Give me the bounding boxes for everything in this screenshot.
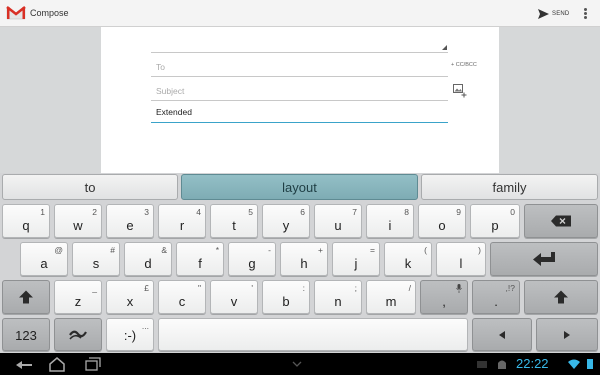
shift-icon bbox=[19, 290, 33, 304]
cursor-right-icon bbox=[564, 330, 570, 339]
shift-key-right[interactable] bbox=[524, 280, 598, 314]
keyboard: to layout family 1q 2w 3e 4r 5t 6y 7u 8i… bbox=[0, 173, 600, 353]
shift-icon bbox=[554, 290, 568, 304]
send-label: SEND bbox=[552, 10, 570, 17]
suggestion-item[interactable]: family bbox=[421, 174, 598, 200]
key-r[interactable]: 4r bbox=[158, 204, 206, 238]
system-bar: 22:22 bbox=[0, 353, 600, 375]
body-text: Extended bbox=[156, 107, 192, 117]
suggestion-bar: to layout family bbox=[0, 173, 600, 201]
send-icon bbox=[538, 8, 549, 19]
key-p[interactable]: 0p bbox=[470, 204, 520, 238]
key-k[interactable]: (k bbox=[384, 242, 432, 276]
backspace-key[interactable] bbox=[524, 204, 598, 238]
cursor-left-key[interactable] bbox=[472, 318, 532, 351]
send-button[interactable]: SEND bbox=[538, 7, 569, 20]
back-icon[interactable] bbox=[14, 356, 36, 372]
key-l[interactable]: ) l bbox=[436, 242, 486, 276]
key-w[interactable]: 2w bbox=[54, 204, 102, 238]
key-z[interactable]: _ z bbox=[54, 280, 102, 314]
cc-bcc-button[interactable]: + CC/BCC bbox=[451, 62, 477, 68]
key-i[interactable]: 8i bbox=[366, 204, 414, 238]
key-g[interactable]: -g bbox=[228, 242, 276, 276]
compose-form: To + CC/BCC Subject Extended bbox=[101, 27, 499, 173]
key-o[interactable]: 9o bbox=[418, 204, 466, 238]
notification-icon[interactable] bbox=[476, 358, 488, 370]
status-clock: 22:22 bbox=[516, 356, 549, 371]
key-comma[interactable]: , bbox=[420, 280, 468, 314]
key-n[interactable]: ; n bbox=[314, 280, 362, 314]
emoticon-key[interactable]: ...:-) bbox=[106, 318, 154, 351]
from-account-spinner[interactable] bbox=[151, 43, 448, 53]
suggestion-item[interactable]: to bbox=[2, 174, 178, 200]
keyboard-indicator-icon bbox=[292, 361, 302, 367]
enter-icon bbox=[533, 252, 555, 266]
numbers-key[interactable]: 123 bbox=[2, 318, 50, 351]
home-icon[interactable] bbox=[46, 356, 68, 372]
attach-picture-icon[interactable] bbox=[453, 84, 467, 98]
to-placeholder: To bbox=[156, 61, 165, 72]
key-d[interactable]: & d bbox=[124, 242, 172, 276]
android-notification-icon[interactable] bbox=[496, 358, 508, 370]
page-title: Compose bbox=[30, 8, 69, 18]
subject-field[interactable]: Subject bbox=[151, 81, 448, 101]
key-h[interactable]: + h bbox=[280, 242, 328, 276]
cursor-left-icon bbox=[499, 330, 505, 339]
key-u[interactable]: 7u bbox=[314, 204, 362, 238]
wifi-icon bbox=[568, 359, 580, 369]
overflow-menu-icon[interactable] bbox=[580, 6, 590, 21]
spinner-arrow-icon bbox=[442, 45, 447, 50]
action-bar: Compose SEND bbox=[0, 0, 600, 27]
key-y[interactable]: 6y bbox=[262, 204, 310, 238]
key-q[interactable]: 1q bbox=[2, 204, 50, 238]
key-b[interactable]: :b bbox=[262, 280, 310, 314]
swype-icon bbox=[69, 330, 87, 340]
space-key[interactable] bbox=[158, 318, 468, 351]
swype-key[interactable] bbox=[54, 318, 102, 351]
key-m[interactable]: / m bbox=[366, 280, 416, 314]
key-period[interactable]: ,!?. bbox=[472, 280, 520, 314]
key-e[interactable]: 3e bbox=[106, 204, 154, 238]
to-field[interactable]: To bbox=[151, 57, 448, 77]
key-s[interactable]: # s bbox=[72, 242, 120, 276]
gmail-icon[interactable] bbox=[6, 4, 26, 21]
key-t[interactable]: 5t bbox=[210, 204, 258, 238]
cursor-right-key[interactable] bbox=[536, 318, 598, 351]
battery-icon bbox=[587, 359, 593, 369]
recent-apps-icon[interactable] bbox=[82, 356, 104, 372]
key-a[interactable]: @ a bbox=[20, 242, 68, 276]
backspace-icon bbox=[551, 215, 571, 227]
subject-placeholder: Subject bbox=[156, 85, 185, 96]
suggestion-item-selected[interactable]: layout bbox=[181, 174, 418, 200]
mic-icon bbox=[456, 284, 462, 293]
enter-key[interactable] bbox=[490, 242, 598, 276]
key-c[interactable]: " c bbox=[158, 280, 206, 314]
body-field[interactable]: Extended bbox=[151, 102, 448, 123]
shift-key-left[interactable] bbox=[2, 280, 50, 314]
key-v[interactable]: ' v bbox=[210, 280, 258, 314]
key-x[interactable]: £ x bbox=[106, 280, 154, 314]
key-j[interactable]: = j bbox=[332, 242, 380, 276]
key-f[interactable]: * f bbox=[176, 242, 224, 276]
